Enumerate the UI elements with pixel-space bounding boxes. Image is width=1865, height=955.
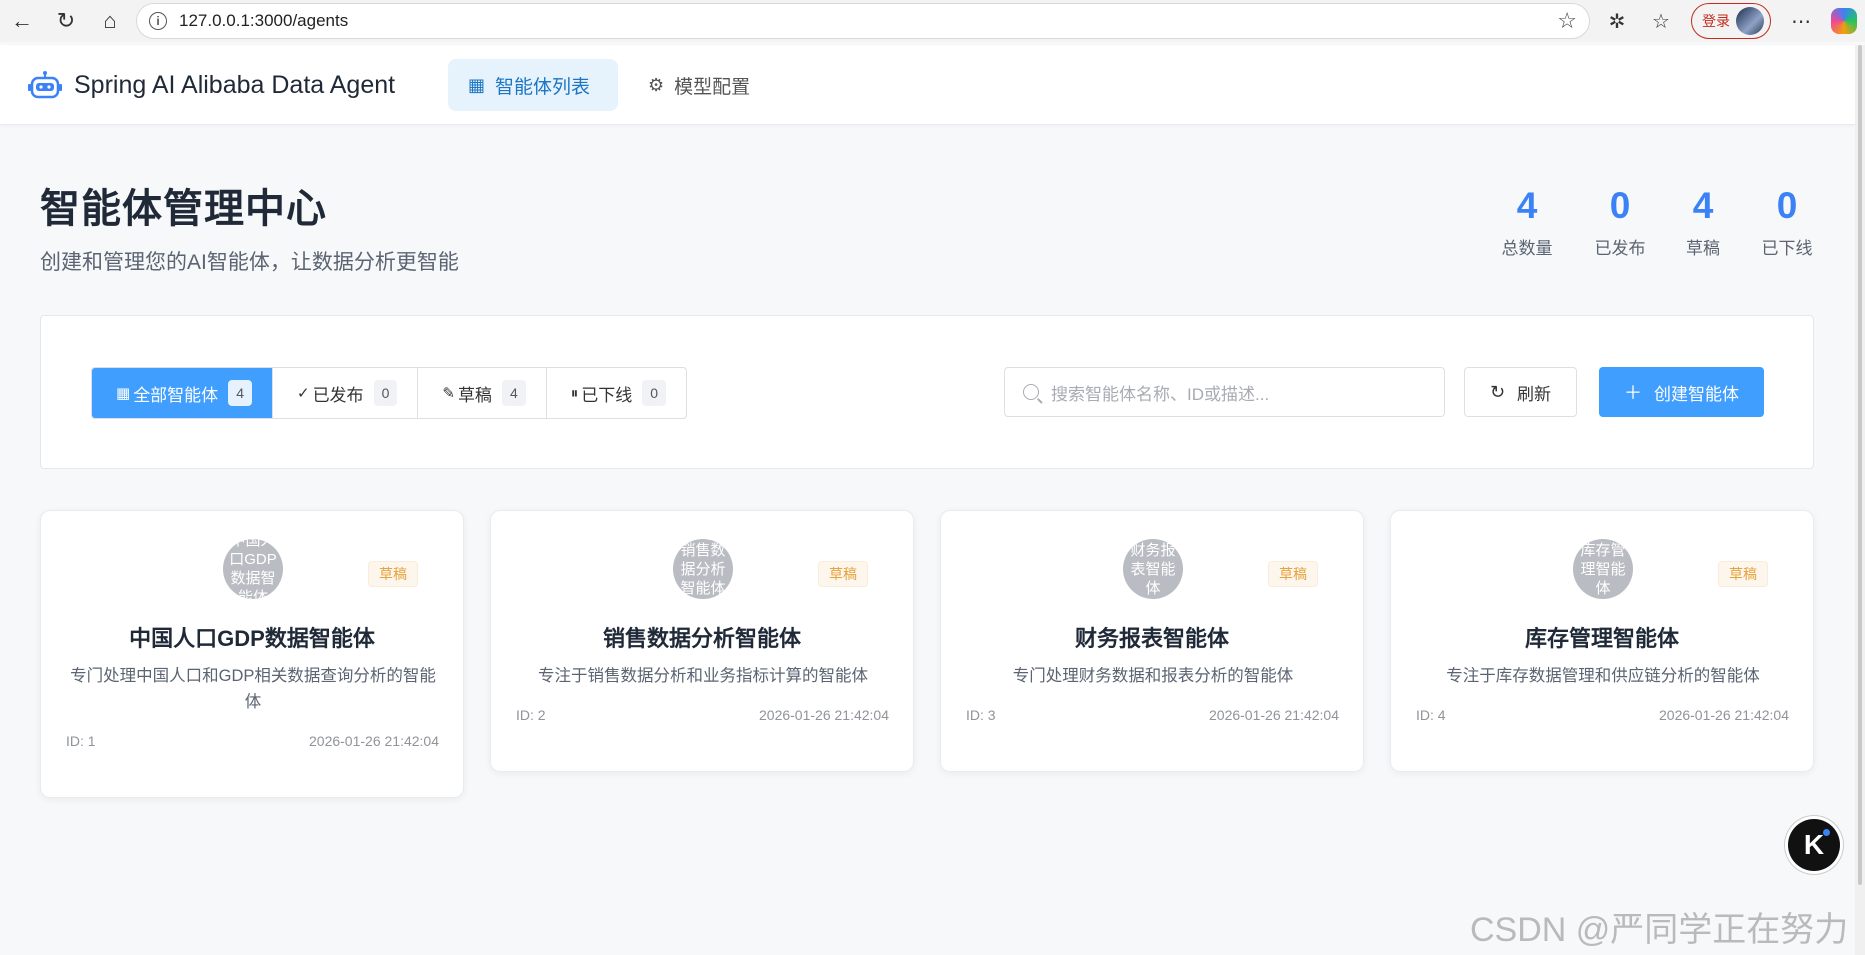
stat-published: 0 已发布 bbox=[1580, 186, 1660, 259]
status-badge: 草稿 bbox=[1268, 561, 1318, 587]
agent-card[interactable]: 库存管理智能体 草稿 库存管理智能体 专注于库存数据管理和供应链分析的智能体 I… bbox=[1390, 510, 1814, 772]
back-icon[interactable]: ← bbox=[0, 0, 44, 42]
copilot-icon[interactable] bbox=[1831, 8, 1857, 34]
stat-label: 已发布 bbox=[1594, 239, 1646, 258]
site-info-icon[interactable]: i bbox=[149, 12, 167, 30]
reload-icon[interactable]: ↻ bbox=[44, 0, 88, 42]
stat-value: 0 bbox=[1776, 185, 1798, 226]
stat-value: 4 bbox=[1516, 185, 1538, 226]
k-logo-icon: K bbox=[1803, 829, 1825, 860]
agent-name: 财务报表智能体 bbox=[1074, 626, 1229, 651]
count-badge: 4 bbox=[501, 380, 526, 406]
stat-value: 0 bbox=[1609, 185, 1631, 226]
agent-description: 专门处理中国人口和GDP相关数据查询分析的智能体 bbox=[70, 667, 436, 711]
filter-panel: ▦ 全部智能体 4 ✓ 已发布 0 ✎ 草稿 4 ⏸ 已下线 0 搜索智能体名称… bbox=[40, 315, 1814, 469]
agent-timestamp: 2026-01-26 21:42:04 bbox=[309, 733, 439, 749]
agent-timestamp: 2026-01-26 21:42:04 bbox=[759, 707, 889, 723]
search-input[interactable]: 搜索智能体名称、ID或描述... bbox=[1004, 367, 1445, 417]
url-text: 127.0.0.1:3000/agents bbox=[179, 11, 349, 30]
count-badge: 4 bbox=[228, 380, 252, 406]
more-icon[interactable]: ⋯ bbox=[1779, 0, 1823, 42]
tab-label: 智能体列表 bbox=[495, 76, 591, 98]
count-badge: 0 bbox=[373, 380, 398, 406]
status-badge: 草稿 bbox=[1718, 561, 1768, 587]
refresh-button[interactable]: ↻ 刷新 bbox=[1464, 367, 1577, 417]
check-icon: ✓ bbox=[296, 385, 310, 402]
agent-card[interactable]: 销售数据分析智能体 草稿 销售数据分析智能体 专注于销售数据分析和业务指标计算的… bbox=[490, 510, 914, 772]
agent-description: 专注于库存数据管理和供应链分析的智能体 bbox=[1446, 667, 1760, 685]
browser-actions: ✲ ☆ 登录 ⋯ bbox=[1595, 0, 1865, 42]
profile-login-button[interactable]: 登录 bbox=[1691, 3, 1771, 39]
favorite-star-icon[interactable]: ☆ bbox=[1557, 8, 1577, 34]
filter-label: 已下线 bbox=[581, 385, 633, 405]
notification-dot bbox=[1823, 829, 1830, 836]
scrollbar[interactable] bbox=[1855, 45, 1865, 955]
agent-card[interactable]: 中国人口GDP数据智能体 草稿 中国人口GDP数据智能体 专门处理中国人口和GD… bbox=[40, 510, 464, 798]
app-title: Spring AI Alibaba Data Agent bbox=[74, 71, 396, 99]
refresh-icon: ↻ bbox=[1489, 381, 1506, 402]
login-label: 登录 bbox=[1702, 13, 1730, 29]
stat-draft: 4 草稿 bbox=[1663, 186, 1743, 259]
refresh-label: 刷新 bbox=[1517, 384, 1552, 404]
stat-label: 草稿 bbox=[1686, 239, 1720, 258]
floating-assistant-button[interactable]: K bbox=[1788, 819, 1840, 871]
filter-draft[interactable]: ✎ 草稿 4 bbox=[418, 368, 547, 418]
home-icon[interactable]: ⌂ bbox=[88, 0, 132, 42]
stat-value: 4 bbox=[1692, 185, 1714, 226]
agent-id: ID: 2 bbox=[516, 707, 546, 723]
agent-timestamp: 2026-01-26 21:42:04 bbox=[1659, 707, 1789, 723]
plus-icon: ＋ bbox=[1624, 383, 1642, 403]
status-badge: 草稿 bbox=[368, 561, 418, 587]
robot-logo-icon bbox=[28, 71, 62, 99]
favorites-icon[interactable]: ☆ bbox=[1639, 0, 1683, 42]
create-agent-button[interactable]: ＋ 创建智能体 bbox=[1599, 367, 1764, 417]
extensions-icon[interactable]: ✲ bbox=[1595, 0, 1639, 42]
agent-description: 专注于销售数据分析和业务指标计算的智能体 bbox=[538, 667, 868, 685]
agent-name: 中国人口GDP数据智能体 bbox=[129, 626, 375, 651]
stat-label: 已下线 bbox=[1761, 239, 1813, 258]
filter-label: 已发布 bbox=[312, 385, 364, 405]
page-title: 智能体管理中心 bbox=[40, 187, 327, 231]
filter-all[interactable]: ▦ 全部智能体 4 bbox=[92, 368, 273, 418]
tab-agent-list[interactable]: ▦ 智能体列表 bbox=[448, 59, 618, 111]
tab-model-config[interactable]: ⚙ 模型配置 bbox=[628, 59, 770, 111]
filter-offline[interactable]: ⏸ 已下线 0 bbox=[547, 368, 686, 418]
address-bar[interactable]: i 127.0.0.1:3000/agents ☆ bbox=[136, 3, 1590, 39]
agent-name: 库存管理智能体 bbox=[1524, 626, 1679, 651]
agent-id: ID: 1 bbox=[66, 733, 96, 749]
pause-icon: ⏸ bbox=[570, 384, 579, 402]
app-header: Spring AI Alibaba Data Agent ▦ 智能体列表 ⚙ 模… bbox=[0, 45, 1855, 125]
filter-label: 草稿 bbox=[457, 385, 492, 405]
create-label: 创建智能体 bbox=[1654, 384, 1739, 404]
stat-offline: 0 已下线 bbox=[1747, 186, 1827, 259]
agent-id: ID: 3 bbox=[966, 707, 996, 723]
filter-published[interactable]: ✓ 已发布 0 bbox=[273, 368, 419, 418]
scrollbar-thumb[interactable] bbox=[1858, 45, 1862, 885]
agent-description: 专门处理财务数据和报表分析的智能体 bbox=[1012, 667, 1294, 685]
status-filter-group: ▦ 全部智能体 4 ✓ 已发布 0 ✎ 草稿 4 ⏸ 已下线 0 bbox=[91, 367, 688, 419]
status-badge: 草稿 bbox=[818, 561, 868, 587]
count-badge: 0 bbox=[642, 380, 667, 406]
agent-id: ID: 4 bbox=[1416, 707, 1446, 723]
agent-card[interactable]: 财务报表智能体 草稿 财务报表智能体 专门处理财务数据和报表分析的智能体 ID:… bbox=[940, 510, 1364, 772]
agent-avatar: 库存管理智能体 bbox=[1573, 539, 1633, 599]
stat-label: 总数量 bbox=[1501, 239, 1553, 258]
avatar bbox=[1736, 7, 1764, 35]
watermark: CSDN @严同学正在努力 bbox=[1470, 911, 1849, 949]
agent-avatar: 财务报表智能体 bbox=[1123, 539, 1183, 599]
page-subtitle: 创建和管理您的AI智能体，让数据分析更智能 bbox=[40, 251, 459, 274]
stat-total: 4 总数量 bbox=[1487, 186, 1567, 259]
agent-avatar: 中国人口GDP数据智能体 bbox=[223, 539, 283, 599]
gear-icon: ⚙ bbox=[648, 74, 665, 95]
search-placeholder: 搜索智能体名称、ID或描述... bbox=[1051, 384, 1270, 404]
filter-label: 全部智能体 bbox=[133, 385, 219, 405]
edit-icon: ✎ bbox=[442, 385, 455, 402]
agent-timestamp: 2026-01-26 21:42:04 bbox=[1209, 707, 1339, 723]
search-icon bbox=[1023, 384, 1039, 400]
grid-icon: ▦ bbox=[116, 385, 131, 402]
agent-avatar: 销售数据分析智能体 bbox=[673, 539, 733, 599]
agent-name: 销售数据分析智能体 bbox=[602, 626, 801, 651]
tab-label: 模型配置 bbox=[674, 76, 751, 98]
grid-icon: ▦ bbox=[468, 74, 486, 95]
